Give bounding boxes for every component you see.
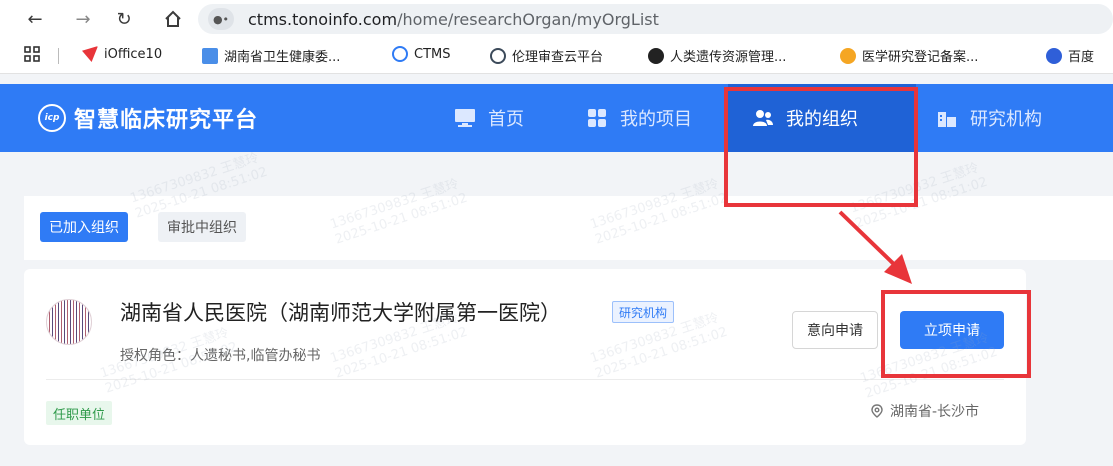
- nav-my-projects[interactable]: 我的项目: [586, 84, 716, 152]
- bookmark-genetic[interactable]: 人类遗传资源管理...: [648, 46, 786, 65]
- address-bar[interactable]: ●• ctms.tonoinfo.com/home/researchOrgan/…: [198, 4, 1113, 34]
- grid-icon: [586, 108, 608, 128]
- bookmark-separator: [58, 48, 59, 64]
- app-header: icp 智慧临床研究平台 首页 我的项目 我的组织 研究机构: [0, 84, 1113, 152]
- site-settings-icon[interactable]: ●•: [208, 8, 234, 30]
- org-tabs-panel: 已加入组织 审批中组织: [24, 196, 1113, 260]
- baidu-paw-icon: [1046, 47, 1062, 64]
- nav-label: 首页: [488, 109, 524, 130]
- bookmark-hunan-health[interactable]: 湖南省卫生健康委...: [202, 46, 340, 65]
- bookmark-baidu[interactable]: 百度: [1046, 46, 1094, 65]
- app-title: 智慧临床研究平台: [74, 108, 259, 133]
- nav-label: 研究机构: [970, 109, 1042, 130]
- hospital-logo: [46, 299, 92, 345]
- apps-grid-icon[interactable]: [24, 46, 40, 62]
- registry-icon: [840, 47, 856, 64]
- ioffice-icon: [82, 46, 98, 62]
- nav-home[interactable]: 首页: [454, 84, 564, 152]
- annotation-highlight-button: [881, 290, 1031, 378]
- nav-research-institutions[interactable]: 研究机构: [936, 84, 1086, 152]
- location-text: 湖南省-长沙市: [890, 404, 980, 420]
- app-logo[interactable]: icp 智慧临床研究平台: [38, 102, 258, 134]
- nav-label: 我的项目: [620, 109, 692, 130]
- bookmark-label: 医学研究登记备案...: [862, 50, 979, 65]
- organization-name: 湖南省人民医院（湖南师范大学附属第一医院）: [120, 301, 561, 325]
- bookmark-registry[interactable]: 医学研究登记备案...: [840, 46, 978, 65]
- genetic-icon: [648, 47, 664, 64]
- annotation-highlight-nav: [724, 87, 918, 207]
- bookmarks-bar: iOffice10 湖南省卫生健康委... CTMS 伦理审查云平台 人类遗传资…: [0, 38, 1113, 74]
- browser-toolbar: ← → ↻ ●• ctms.tonoinfo.com/home/research…: [0, 0, 1113, 38]
- reload-icon[interactable]: ↻: [111, 6, 137, 32]
- ethics-icon: [490, 47, 506, 64]
- home-icon[interactable]: [160, 6, 186, 32]
- ctms-icon: [392, 46, 408, 62]
- bookmark-label: 百度: [1068, 50, 1095, 65]
- bookmark-label: 湖南省卫生健康委...: [224, 50, 341, 65]
- url-text[interactable]: ctms.tonoinfo.com/home/researchOrgan/myO…: [248, 10, 659, 29]
- monitor-icon: [454, 108, 476, 128]
- forward-arrow-icon[interactable]: →: [70, 6, 96, 32]
- bookmark-label: 人类遗传资源管理...: [670, 50, 787, 65]
- tab-pending-organizations[interactable]: 审批中组织: [158, 212, 246, 242]
- card-divider: [46, 379, 1004, 380]
- bookmark-ctms[interactable]: CTMS: [392, 46, 451, 62]
- building-icon: [936, 108, 958, 128]
- intent-application-button[interactable]: 意向申请: [792, 311, 878, 349]
- tab-joined-organizations[interactable]: 已加入组织: [40, 212, 128, 242]
- employment-unit-tag: 任职单位: [46, 401, 113, 425]
- document-icon: [202, 47, 218, 64]
- url-path: /home/researchOrgan/myOrgList: [397, 9, 659, 29]
- bookmark-ethics[interactable]: 伦理审查云平台: [490, 46, 603, 65]
- url-domain: ctms.tonoinfo.com: [248, 9, 398, 29]
- bookmark-label: 伦理审查云平台: [512, 50, 604, 65]
- location-pin-icon: [871, 404, 883, 418]
- icp-logo-icon: icp: [38, 104, 66, 132]
- bookmark-label: iOffice10: [104, 46, 163, 62]
- bookmark-ioffice[interactable]: iOffice10: [82, 46, 162, 62]
- authorized-roles: 授权角色：人遗秘书,临管办秘书: [120, 348, 321, 364]
- research-institution-badge: 研究机构: [612, 301, 675, 323]
- bookmark-label: CTMS: [414, 46, 451, 62]
- organization-location: 湖南省-长沙市: [870, 401, 979, 421]
- back-arrow-icon[interactable]: ←: [22, 6, 48, 32]
- organization-card: 湖南省人民医院（湖南师范大学附属第一医院） 研究机构 授权角色：人遗秘书,临管办…: [24, 269, 1026, 445]
